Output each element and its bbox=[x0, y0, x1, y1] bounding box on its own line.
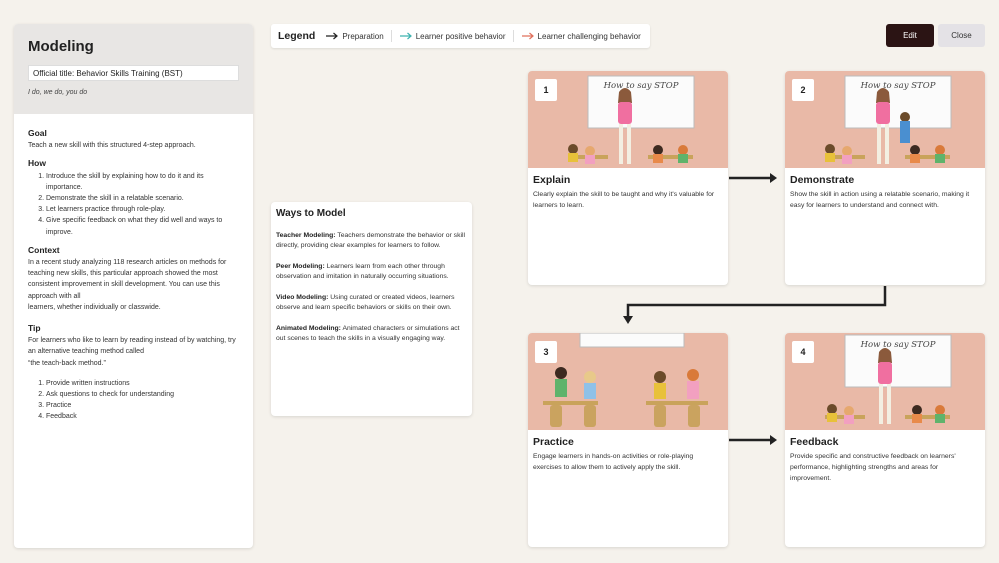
classroom-illustration: How to say STOP 2 bbox=[785, 71, 985, 168]
step-number: 4 bbox=[792, 341, 814, 363]
step-number: 2 bbox=[792, 79, 814, 101]
svg-text:How to say STOP: How to say STOP bbox=[860, 340, 936, 350]
step-card-practice[interactable]: 3 Practice Engage learners in hands-on a… bbox=[528, 333, 728, 547]
step-number: 3 bbox=[535, 341, 557, 363]
step-card-explain[interactable]: How to say STOP 1 Explain Clearly explai… bbox=[528, 71, 728, 285]
classroom-illustration: 3 bbox=[528, 333, 728, 430]
arrow-demonstrate-to-practice bbox=[626, 286, 887, 318]
step-description: Clearly explain the skill to be taught a… bbox=[533, 191, 715, 209]
step-description: Engage learners in hands-on activities o… bbox=[533, 453, 694, 471]
step-description: Provide specific and constructive feedba… bbox=[790, 453, 956, 482]
svg-text:How to say STOP: How to say STOP bbox=[603, 81, 679, 91]
classroom-illustration: How to say STOP 4 bbox=[785, 333, 985, 430]
step-title: Demonstrate bbox=[790, 174, 855, 186]
step-card-feedback[interactable]: How to say STOP 4 Feedback Provide speci… bbox=[785, 333, 985, 547]
step-description: Show the skill in action using a relatab… bbox=[790, 191, 970, 209]
step-title: Explain bbox=[533, 174, 571, 186]
svg-text:How to say STOP: How to say STOP bbox=[860, 81, 936, 91]
step-title: Feedback bbox=[790, 436, 839, 448]
step-number: 1 bbox=[535, 79, 557, 101]
classroom-illustration: How to say STOP 1 bbox=[528, 71, 728, 168]
step-title: Practice bbox=[533, 436, 574, 448]
step-card-demonstrate[interactable]: How to say STOP 2 Demonstrate Show the s… bbox=[785, 71, 985, 285]
